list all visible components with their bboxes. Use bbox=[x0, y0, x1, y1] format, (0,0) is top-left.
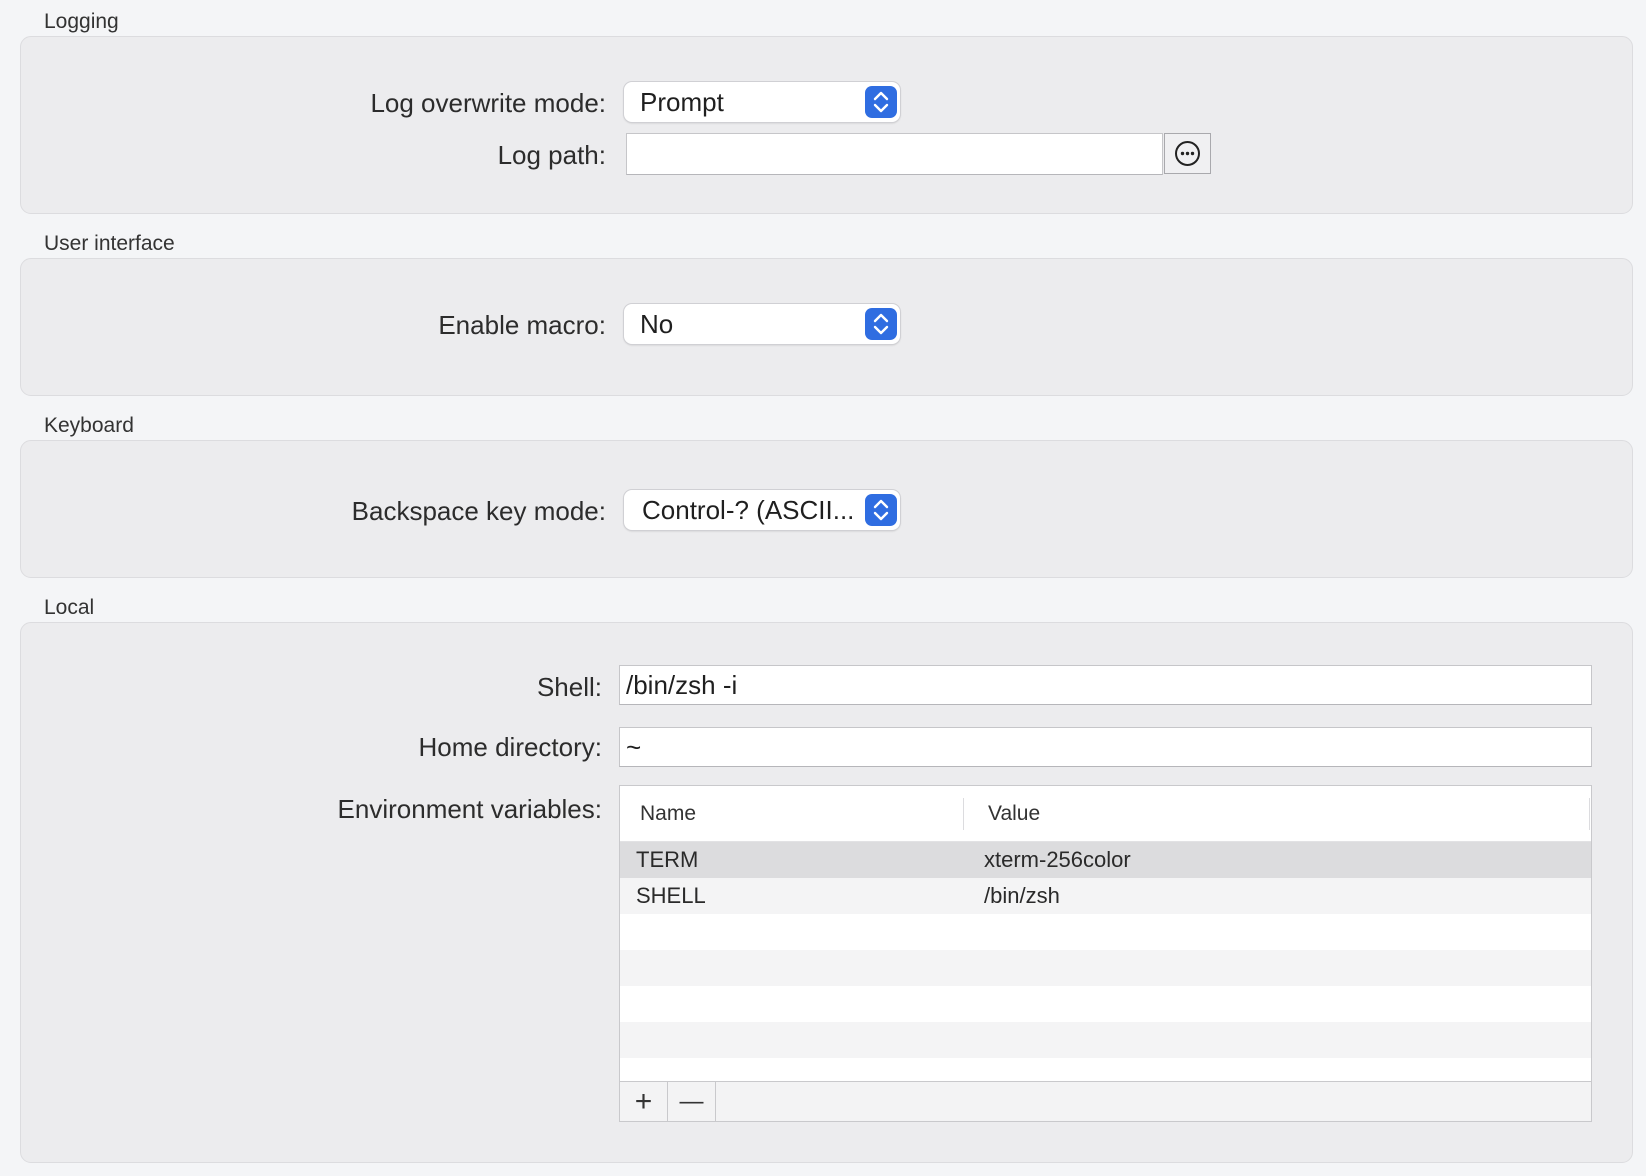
table-row[interactable]: SHELL /bin/zsh bbox=[620, 878, 1591, 914]
enable-macro-label: Enable macro: bbox=[438, 310, 606, 340]
backspace-key-mode-label: Backspace key mode: bbox=[351, 496, 606, 526]
add-variable-button[interactable]: + bbox=[620, 1082, 668, 1121]
enable-macro-value: No bbox=[640, 309, 674, 339]
logging-group bbox=[20, 36, 1633, 214]
shell-value: /bin/zsh -i bbox=[626, 670, 738, 700]
log-overwrite-mode-popup[interactable]: Prompt bbox=[624, 82, 900, 122]
log-overwrite-mode-label: Log overwrite mode: bbox=[370, 88, 606, 118]
section-title-logging: Logging bbox=[44, 10, 119, 33]
log-path-field[interactable] bbox=[626, 133, 1163, 175]
section-title-keyboard: Keyboard bbox=[44, 414, 134, 437]
shell-field[interactable]: /bin/zsh -i bbox=[619, 665, 1592, 705]
home-directory-value: ~ bbox=[626, 732, 642, 762]
remove-variable-button[interactable]: — bbox=[668, 1082, 716, 1121]
section-title-local: Local bbox=[44, 596, 95, 619]
env-name-cell: SHELL bbox=[636, 883, 706, 908]
empty-table-row bbox=[620, 986, 1591, 1022]
column-header-name[interactable]: Name bbox=[640, 802, 696, 826]
enable-macro-popup[interactable]: No bbox=[624, 304, 900, 344]
log-path-label: Log path: bbox=[497, 140, 606, 170]
env-value-cell: /bin/zsh bbox=[984, 883, 1060, 908]
log-overwrite-mode-value: Prompt bbox=[640, 87, 724, 117]
table-footer-bar: + — bbox=[620, 1081, 1591, 1121]
empty-table-row bbox=[620, 1022, 1591, 1058]
column-divider[interactable] bbox=[1589, 798, 1590, 830]
env-name-cell: TERM bbox=[636, 847, 699, 872]
section-title-user-interface: User interface bbox=[44, 232, 175, 255]
up-down-chevrons-icon bbox=[865, 494, 897, 526]
home-directory-label: Home directory: bbox=[418, 732, 603, 762]
column-header-value[interactable]: Value bbox=[988, 802, 1040, 826]
home-directory-field[interactable]: ~ bbox=[619, 727, 1592, 767]
ellipsis-circle-icon bbox=[1175, 141, 1200, 166]
empty-table-row bbox=[620, 950, 1591, 986]
backspace-key-mode-popup[interactable]: Control-? (ASCII... bbox=[624, 490, 900, 530]
up-down-chevrons-icon bbox=[865, 308, 897, 340]
table-row[interactable]: TERM xterm-256color bbox=[620, 842, 1591, 878]
backspace-key-mode-value: Control-? (ASCII... bbox=[642, 495, 855, 525]
column-divider[interactable] bbox=[963, 798, 964, 830]
env-value-cell: xterm-256color bbox=[984, 847, 1131, 872]
browse-log-path-button[interactable] bbox=[1164, 133, 1211, 174]
up-down-chevrons-icon bbox=[865, 86, 897, 118]
environment-variables-table[interactable]: Name Value TERM xterm-256color SHELL /bi… bbox=[619, 785, 1592, 1122]
empty-table-row bbox=[620, 914, 1591, 950]
shell-label: Shell: bbox=[536, 672, 602, 702]
environment-variables-label: Environment variables: bbox=[337, 794, 602, 824]
table-header: Name Value bbox=[620, 786, 1591, 842]
